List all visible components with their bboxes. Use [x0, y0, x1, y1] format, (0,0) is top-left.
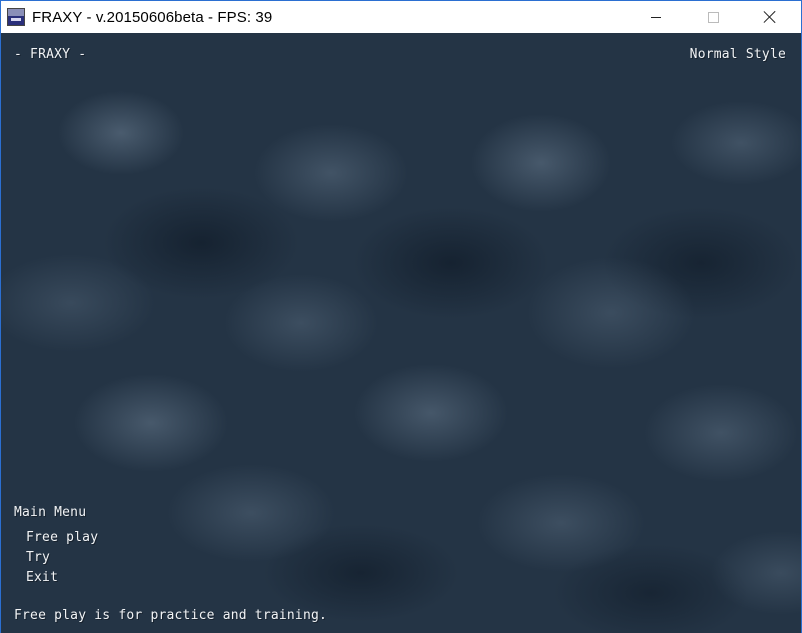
app-icon [7, 8, 25, 26]
menu-hint: Free play is for practice and training. [14, 608, 328, 623]
maximize-icon [707, 11, 719, 23]
minimize-button[interactable] [633, 1, 679, 33]
minimize-icon [651, 16, 661, 18]
close-button[interactable] [747, 1, 793, 33]
maximize-button[interactable] [690, 1, 736, 33]
menu-item-free-play[interactable]: Free play [26, 530, 98, 545]
menu-item-exit[interactable]: Exit [26, 570, 58, 585]
menu-item-try[interactable]: Try [26, 550, 50, 565]
menu-heading: Main Menu [14, 505, 87, 520]
title-bar[interactable]: FRAXY - v.20150606beta - FPS: 39 [1, 1, 801, 33]
style-label: Normal Style [689, 47, 786, 62]
game-window: FRAXY - v.20150606beta - FPS: 39 - FRAXY… [0, 0, 802, 633]
game-title: - FRAXY - [14, 47, 87, 62]
window-title: FRAXY - v.20150606beta - FPS: 39 [32, 9, 273, 26]
close-icon [763, 10, 777, 24]
game-canvas[interactable]: - FRAXY - Normal Style Main Menu Free pl… [1, 33, 801, 633]
